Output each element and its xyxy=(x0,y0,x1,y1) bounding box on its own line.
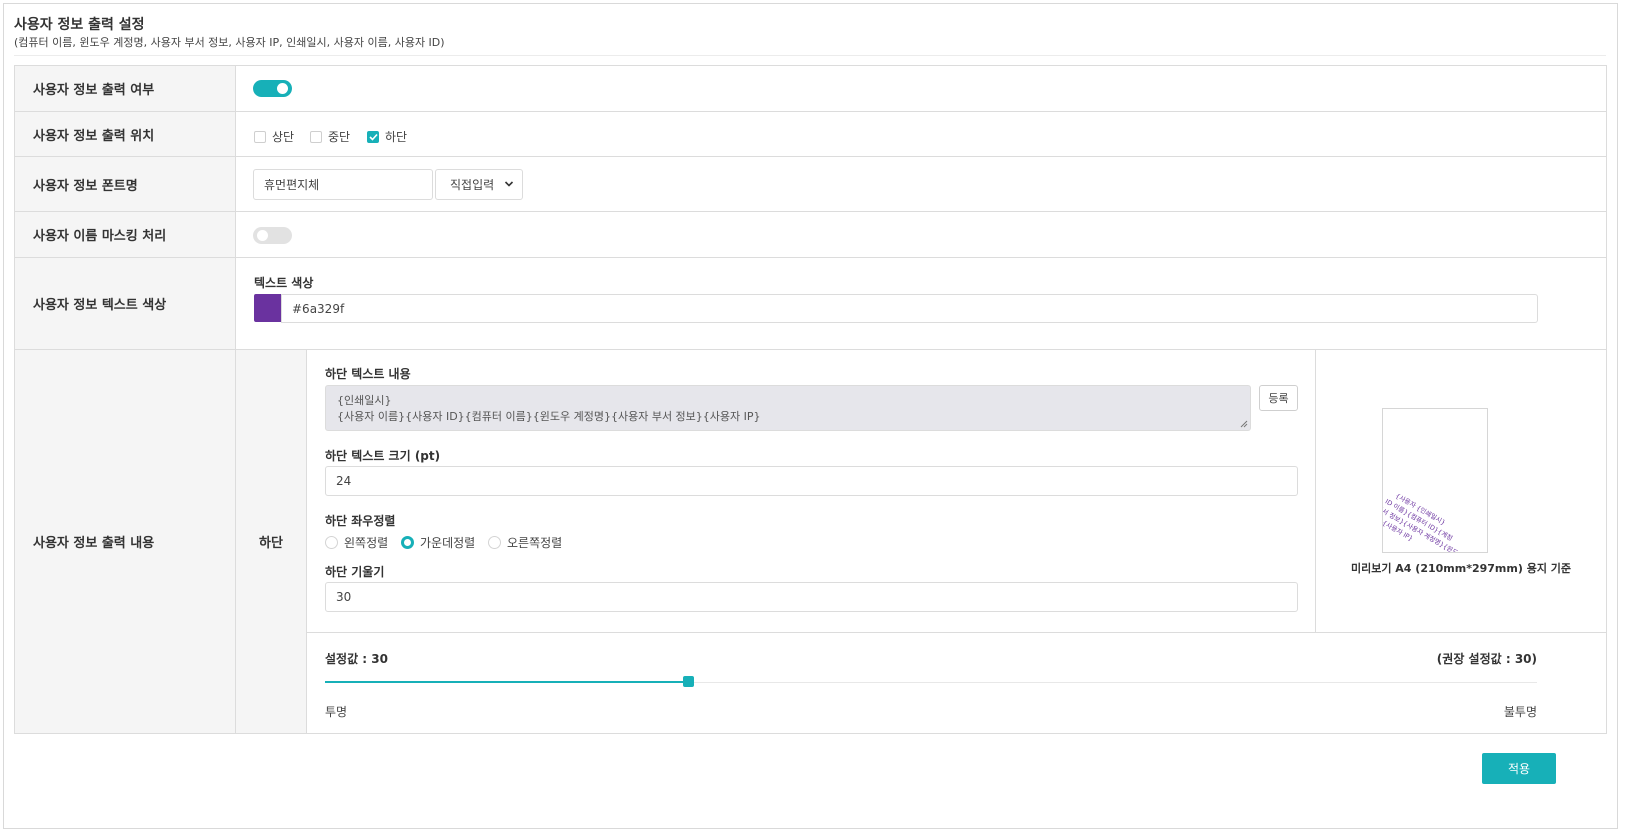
checkbox-box[interactable] xyxy=(367,130,379,143)
resize-grip-icon[interactable] xyxy=(1240,420,1248,428)
tilt-label: 하단 기울기 xyxy=(325,565,385,579)
opacity-slider-panel: 설정값 : 30 (권장 설정값 : 30) 투명 불투명 xyxy=(307,633,1606,731)
check-icon xyxy=(368,133,378,141)
row-font: 사용자 정보 폰트명 휴먼편지체 직접입력 xyxy=(15,157,1606,212)
font-name-input[interactable]: 휴먼편지체 xyxy=(253,169,433,200)
row-label: 사용자 이름 마스킹 처리 xyxy=(15,212,236,257)
preview-caption: 미리보기 A4 (210mm*297mm) 용지 기준 xyxy=(1350,562,1572,575)
align-center-radio[interactable]: 가운데정렬 xyxy=(401,534,475,551)
font-select[interactable]: 직접입력 xyxy=(435,169,523,200)
color-hex-input[interactable]: #6a329f xyxy=(281,294,1538,323)
row-content: 사용자 정보 출력 내용 하단 하단 텍스트 내용 {인쇄일시} {사용자 이름… xyxy=(15,350,1606,733)
position-top-checkbox[interactable]: 상단 xyxy=(254,128,294,145)
align-right-radio[interactable]: 오른쪽정렬 xyxy=(488,534,562,551)
checkbox-box[interactable] xyxy=(254,130,266,143)
output-enable-toggle[interactable] xyxy=(253,80,292,97)
text-content-textarea[interactable]: {인쇄일시} {사용자 이름}{사용자 ID}{컴퓨터 이름}{윈도우 계정명}… xyxy=(325,385,1251,431)
text-size-label: 하단 텍스트 크기 (pt) xyxy=(325,449,441,463)
recommended-value-label: (권장 설정값 : 30) xyxy=(1436,652,1537,666)
apply-button[interactable]: 적용 xyxy=(1482,753,1556,784)
row-label: 사용자 정보 출력 내용 xyxy=(15,350,236,733)
settings-table: 사용자 정보 출력 여부 사용자 정보 출력 위치 상단 중단 하단 사용자 정… xyxy=(14,65,1607,734)
text-size-input[interactable]: 24 xyxy=(325,466,1298,496)
tilt-input[interactable]: 30 xyxy=(325,582,1298,612)
row-masking: 사용자 이름 마스킹 처리 xyxy=(15,212,1606,258)
row-position: 사용자 정보 출력 위치 상단 중단 하단 xyxy=(15,112,1606,157)
content-settings: 하단 텍스트 내용 {인쇄일시} {사용자 이름}{사용자 ID}{컴퓨터 이름… xyxy=(307,350,1316,633)
row-label: 사용자 정보 출력 위치 xyxy=(15,112,236,156)
text-color-label: 텍스트 색상 xyxy=(254,276,314,290)
masking-toggle[interactable] xyxy=(253,227,292,244)
divider xyxy=(14,55,1606,56)
color-swatch[interactable] xyxy=(254,294,281,322)
min-label: 투명 xyxy=(325,705,348,719)
watermark-preview: {사용자 {인쇄일시} ID 이름}{컴퓨터 ID}{계정 부서 정보}{사용자… xyxy=(1383,491,1465,552)
align-left-radio[interactable]: 왼쪽정렬 xyxy=(325,534,388,551)
slider-fill xyxy=(325,681,689,683)
register-button[interactable]: 등록 xyxy=(1259,385,1298,411)
align-label: 하단 좌우정렬 xyxy=(325,514,396,528)
page-title: 사용자 정보 출력 설정 xyxy=(14,17,145,33)
slider-thumb[interactable] xyxy=(683,676,694,687)
checkbox-box[interactable] xyxy=(310,130,322,143)
chevron-down-icon xyxy=(504,181,514,187)
a4-preview: {사용자 {인쇄일시} ID 이름}{컴퓨터 ID}{계정 부서 정보}{사용자… xyxy=(1382,408,1488,553)
row-label: 사용자 정보 폰트명 xyxy=(15,157,236,211)
position-bottom-checkbox[interactable]: 하단 xyxy=(367,128,407,145)
preview-panel: {사용자 {인쇄일시} ID 이름}{컴퓨터 ID}{계정 부서 정보}{사용자… xyxy=(1316,350,1606,633)
section-label: 하단 xyxy=(236,350,307,733)
setting-value-label: 설정값 : 30 xyxy=(325,652,388,666)
row-output-enable: 사용자 정보 출력 여부 xyxy=(15,66,1606,112)
row-label: 사용자 정보 출력 여부 xyxy=(15,66,236,111)
text-content-label: 하단 텍스트 내용 xyxy=(325,367,411,381)
position-middle-checkbox[interactable]: 중단 xyxy=(310,128,350,145)
max-label: 불투명 xyxy=(1503,705,1537,719)
page-subtitle: (컴퓨터 이름, 윈도우 계정명, 사용자 부서 정보, 사용자 IP, 인쇄일… xyxy=(14,36,445,49)
row-label: 사용자 정보 텍스트 색상 xyxy=(15,258,236,349)
row-color: 사용자 정보 텍스트 색상 텍스트 색상 #6a329f xyxy=(15,258,1606,350)
